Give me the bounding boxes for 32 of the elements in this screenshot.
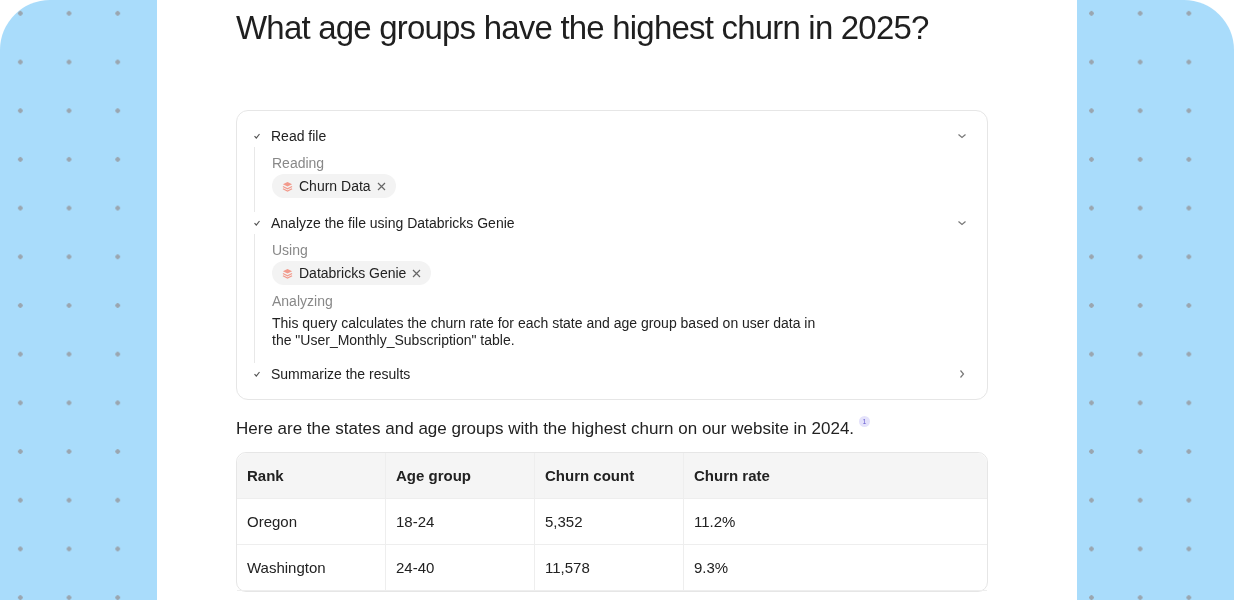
section-label: Analyzing <box>272 292 334 311</box>
answer-text: Here are the states and age groups with the highest churn on our website in 2024. <box>236 419 855 438</box>
table-cell: 24-40 <box>386 545 535 591</box>
stack-icon <box>282 180 293 192</box>
section-label: Using <box>272 241 309 260</box>
column-header: Age group <box>386 453 535 499</box>
column-header: Rank <box>237 453 386 499</box>
chip-label: Databricks Genie <box>299 265 407 281</box>
source-chip[interactable]: Databricks Genie <box>272 261 432 285</box>
column-header: Churn rate <box>684 453 987 499</box>
table-cell: Oregon <box>237 499 386 545</box>
step-title: Read file <box>271 128 328 144</box>
chip-label: Churn Data <box>299 178 371 194</box>
close-icon[interactable] <box>412 268 422 278</box>
table-cell: Washington <box>237 545 386 591</box>
section-label: Reading <box>272 154 326 173</box>
column-header: Churn count <box>535 453 684 499</box>
table-cell: 11.2% <box>684 499 987 545</box>
chevron-down-icon[interactable] <box>957 131 967 141</box>
table-cell: 18-24 <box>386 499 535 545</box>
query-description: This query calculates the churn rate for each state and age group based on user data in the "User_Monthly_Subscription" table. <box>272 315 817 349</box>
table-cell: 11,578 <box>535 545 684 591</box>
table-cell: 5,352 <box>535 499 684 545</box>
source-chip[interactable]: Churn Data <box>272 174 396 198</box>
chevron-right-icon[interactable] <box>957 369 967 379</box>
step-title: Analyze the file using Databricks Genie <box>271 215 516 231</box>
step-title: Summarize the results <box>271 366 412 382</box>
page-title: What age groups have the highest churn in 2025? <box>236 8 930 48</box>
table-cell: 9.3% <box>684 545 987 591</box>
chevron-down-icon[interactable] <box>957 218 967 228</box>
stack-icon <box>282 267 293 279</box>
close-icon[interactable] <box>376 181 386 191</box>
